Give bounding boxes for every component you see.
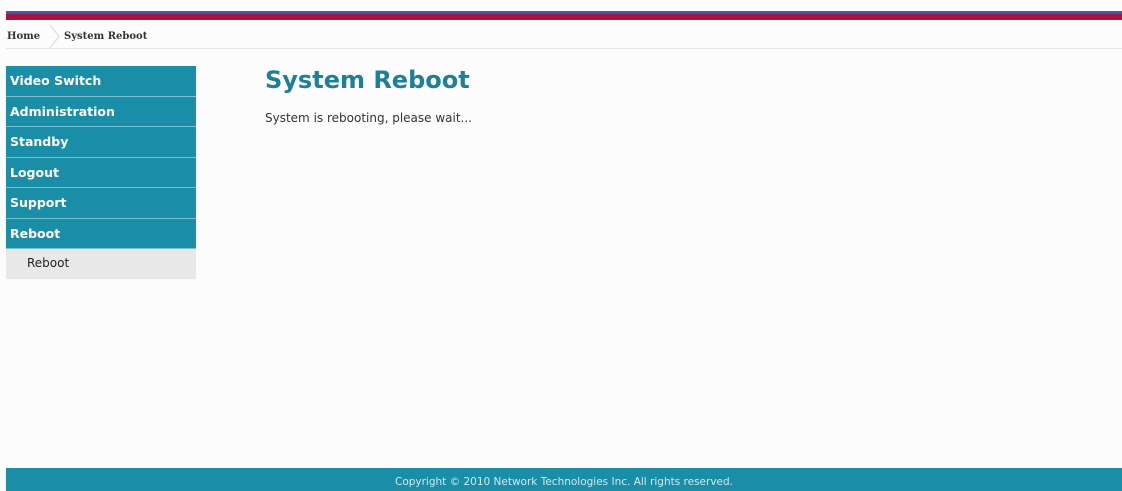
sidebar-nav: Video Switch Administration Standby Logo… (6, 66, 196, 279)
page: Home System Reboot Video Switch Administ… (0, 0, 1122, 491)
status-message: System is rebooting, please wait... (265, 111, 472, 125)
page-title: System Reboot (265, 66, 470, 94)
sidebar-item-administration[interactable]: Administration (6, 96, 196, 127)
footer-copyright: Copyright © 2010 Network Technologies In… (394, 476, 733, 488)
sidebar-item-video-switch[interactable]: Video Switch (6, 66, 196, 97)
breadcrumb-home-link[interactable]: Home (7, 31, 40, 42)
header-stripe (6, 11, 1122, 20)
breadcrumb-separator-icon (49, 25, 60, 48)
footer: Copyright © 2010 Network Technologies In… (6, 468, 1122, 491)
breadcrumb: Home System Reboot (6, 24, 1122, 49)
sidebar-item-standby[interactable]: Standby (6, 127, 196, 158)
header-stripe-red (6, 14, 1122, 20)
sidebar-item-support[interactable]: Support (6, 188, 196, 219)
sidebar-subitem-reboot[interactable]: Reboot (6, 249, 196, 279)
sidebar-item-logout[interactable]: Logout (6, 157, 196, 188)
breadcrumb-current: System Reboot (64, 31, 148, 42)
sidebar-item-reboot[interactable]: Reboot (6, 218, 196, 249)
